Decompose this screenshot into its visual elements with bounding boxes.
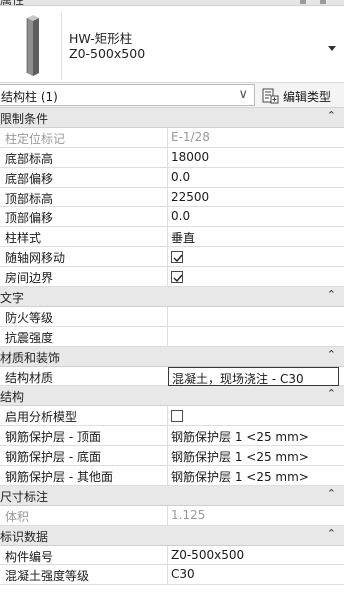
property-name: 体积 bbox=[5, 509, 30, 524]
property-name: 底部偏移 bbox=[5, 171, 54, 186]
family-name: HW-矩形柱 bbox=[69, 31, 133, 46]
property-name: 混凝土强度等级 bbox=[5, 569, 90, 584]
property-value: E-1/28 bbox=[167, 127, 344, 147]
type-name: HW-矩形柱 Z0-500x500 bbox=[69, 31, 145, 61]
property-name: 底部标高 bbox=[5, 151, 54, 166]
edit-type-label: 编辑类型 bbox=[283, 90, 332, 104]
check-mark-icon bbox=[173, 274, 183, 283]
property-row: 柱定位标记 E-1/28 bbox=[0, 127, 344, 148]
category-header[interactable]: 结构 ⌃ bbox=[0, 386, 344, 407]
category-label: 结构 bbox=[0, 390, 25, 405]
property-row: 结构材质 混凝土，现场浇注 - C30 bbox=[0, 366, 344, 387]
property-value[interactable] bbox=[167, 326, 344, 346]
chevron-down-icon[interactable]: ∨ bbox=[238, 87, 248, 102]
window-control-icon[interactable] bbox=[320, 0, 326, 4]
type-dropdown-arrow-icon[interactable] bbox=[328, 46, 336, 51]
collapse-icon[interactable]: ⌃ bbox=[327, 527, 336, 540]
property-value[interactable]: Z0-500x500 bbox=[167, 545, 344, 565]
property-row: 防火等级 bbox=[0, 306, 344, 327]
property-value[interactable]: 22500 bbox=[167, 187, 344, 207]
property-name: 柱样式 bbox=[5, 231, 42, 246]
checkbox[interactable] bbox=[171, 251, 183, 264]
property-value[interactable]: 0.0 bbox=[167, 207, 344, 227]
category-label: 限制条件 bbox=[0, 112, 49, 126]
properties-grid: 限制条件 ⌃ 柱定位标记 E-1/28 底部标高 18000 底部偏移 0.0 顶部标高 2250… bbox=[0, 108, 344, 586]
property-name: 柱定位标记 bbox=[5, 131, 66, 146]
property-value[interactable]: 钢筋保护层 1 <25 mm> bbox=[167, 466, 344, 486]
property-name: 钢筋保护层 - 底面 bbox=[5, 450, 101, 465]
type-size: Z0-500x500 bbox=[69, 46, 146, 61]
property-name: 结构材质 bbox=[5, 370, 54, 385]
category-header[interactable]: 文字 ⌃ bbox=[0, 287, 344, 307]
property-row: 底部偏移 0.0 bbox=[0, 167, 344, 188]
checkbox[interactable] bbox=[171, 410, 183, 423]
property-row: 随轴网移动 bbox=[0, 247, 344, 268]
property-row: 启用分析模型 bbox=[0, 406, 344, 427]
property-row: 构件编号 Z0-500x500 bbox=[0, 545, 344, 566]
property-row: 顶部标高 22500 bbox=[0, 187, 344, 208]
property-name: 启用分析模型 bbox=[5, 410, 78, 425]
check-mark-icon bbox=[173, 254, 183, 263]
property-row: 钢筋保护层 - 底面 钢筋保护层 1 <25 mm> bbox=[0, 446, 344, 467]
property-value[interactable]: 18000 bbox=[167, 147, 344, 167]
property-name: 构件编号 bbox=[5, 549, 54, 564]
property-row: 顶部偏移 0.0 bbox=[0, 207, 344, 228]
category-label: 材质和装饰 bbox=[0, 350, 61, 365]
property-row: 房间边界 bbox=[0, 267, 344, 288]
property-name: 顶部偏移 bbox=[5, 211, 54, 226]
property-value[interactable]: 垂直 bbox=[167, 227, 344, 247]
edit-type-icon bbox=[262, 88, 279, 104]
edit-type-button[interactable]: 编辑类型 bbox=[259, 84, 341, 106]
collapse-icon[interactable]: ⌃ bbox=[327, 109, 336, 122]
property-name: 房间边界 bbox=[5, 271, 54, 286]
category-label: 标识数据 bbox=[0, 529, 49, 544]
property-name: 防火等级 bbox=[5, 310, 54, 325]
property-row: 柱样式 垂直 bbox=[0, 227, 344, 248]
property-row: 钢筋保护层 - 其他面 钢筋保护层 1 <25 mm> bbox=[0, 466, 344, 486]
checkbox[interactable] bbox=[171, 271, 183, 284]
window-control-icon[interactable] bbox=[300, 0, 306, 4]
category-label: 文字 bbox=[0, 291, 25, 306]
property-value[interactable]: 钢筋保护层 1 <25 mm> bbox=[167, 446, 344, 466]
property-value[interactable]: 混凝土，现场浇注 - C30 bbox=[168, 366, 339, 386]
property-row: 混凝土强度等级 C30 bbox=[0, 565, 344, 586]
property-checkbox[interactable] bbox=[167, 267, 344, 287]
property-value: 1.125 bbox=[167, 505, 344, 525]
property-name: 顶部标高 bbox=[5, 191, 54, 206]
property-name: 钢筋保护层 - 其他面 bbox=[5, 470, 113, 485]
type-selector[interactable]: HW-矩形柱 Z0-500x500 bbox=[0, 6, 344, 83]
collapse-icon[interactable]: ⌃ bbox=[327, 387, 336, 400]
property-checkbox[interactable] bbox=[167, 247, 344, 267]
category-label: 尺寸标注 bbox=[0, 489, 49, 504]
instance-filter-row: 结构柱 (1) ∨ 编辑类型 bbox=[0, 83, 344, 108]
column-thumbnail-icon bbox=[0, 12, 62, 80]
collapse-icon[interactable]: ⌃ bbox=[327, 348, 336, 361]
property-row: 体积 1.125 bbox=[0, 505, 344, 526]
property-name: 抗震强度 bbox=[5, 330, 54, 345]
collapse-icon[interactable]: ⌃ bbox=[327, 487, 336, 500]
property-row: 底部标高 18000 bbox=[0, 147, 344, 168]
category-header[interactable]: 限制条件 ⌃ bbox=[0, 108, 344, 128]
category-header[interactable]: 标识数据 ⌃ bbox=[0, 525, 344, 546]
property-value[interactable]: 钢筋保护层 1 <25 mm> bbox=[167, 426, 344, 446]
property-value[interactable] bbox=[167, 306, 344, 326]
property-name: 钢筋保护层 - 顶面 bbox=[5, 430, 101, 445]
instance-filter-select[interactable]: 结构柱 (1) ∨ bbox=[0, 84, 255, 106]
collapse-icon[interactable]: ⌃ bbox=[327, 288, 336, 301]
property-value[interactable]: C30 bbox=[167, 565, 344, 585]
property-row: 抗震强度 bbox=[0, 326, 344, 347]
property-name: 随轴网移动 bbox=[5, 251, 66, 266]
property-value[interactable]: 0.0 bbox=[167, 167, 344, 187]
instance-filter-label: 结构柱 (1) bbox=[1, 90, 58, 104]
category-header[interactable]: 材质和装饰 ⌃ bbox=[0, 346, 344, 367]
property-row: 钢筋保护层 - 顶面 钢筋保护层 1 <25 mm> bbox=[0, 426, 344, 447]
property-checkbox[interactable] bbox=[167, 406, 344, 426]
category-header[interactable]: 尺寸标注 ⌃ bbox=[0, 485, 344, 506]
